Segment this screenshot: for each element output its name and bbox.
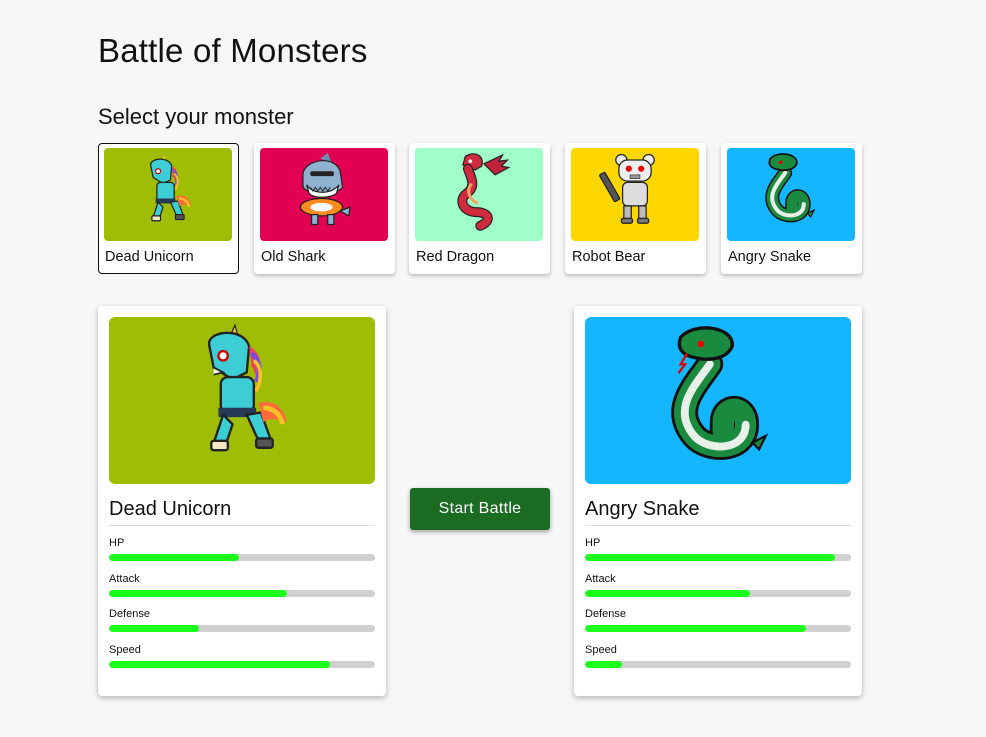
stat-label-attack: Attack (585, 573, 616, 585)
dragon-icon (415, 148, 543, 241)
page-title: Battle of Monsters (98, 32, 368, 69)
stat-fill-speed (109, 661, 330, 668)
stat-bar-speed (109, 661, 375, 668)
monster-name: Red Dragon (416, 249, 495, 265)
robot-bear-icon (571, 148, 699, 241)
shark-icon (260, 148, 388, 241)
snake-icon (585, 317, 851, 484)
stat-label-defense: Defense (109, 608, 150, 620)
monster-name: Angry Snake (728, 249, 812, 265)
stat-label-defense: Defense (585, 608, 626, 620)
monster-card-dead-unicorn[interactable]: Dead Unicorn (98, 143, 239, 274)
select-monster-heading: Select your monster (98, 104, 294, 129)
player-monster-card: Dead Unicorn HP Attack Defense Speed (98, 306, 386, 696)
stat-label-hp: HP (585, 537, 601, 549)
start-battle-button[interactable]: Start Battle (410, 488, 550, 530)
computer-monster-card: Angry Snake HP Attack Defense Speed (574, 306, 862, 696)
stat-bar-attack (585, 590, 851, 597)
stat-bar-attack (109, 590, 375, 597)
monster-name: Old Shark (261, 249, 326, 265)
divider (585, 525, 851, 526)
stat-fill-hp (109, 554, 240, 561)
stat-bar-hp (585, 554, 851, 561)
stat-fill-defense (585, 625, 806, 632)
stat-label-speed: Speed (585, 644, 617, 656)
stat-bar-defense (585, 625, 851, 632)
monster-name: Dead Unicorn (105, 249, 194, 265)
stat-label-speed: Speed (109, 644, 141, 656)
stat-fill-attack (109, 590, 288, 597)
stat-bar-hp (109, 554, 375, 561)
monster-card-old-shark[interactable]: Old Shark (254, 143, 395, 274)
player-monster-name: Dead Unicorn (109, 498, 232, 520)
snake-icon (727, 148, 855, 241)
stat-label-hp: HP (109, 537, 125, 549)
stat-label-attack: Attack (109, 573, 140, 585)
stat-fill-attack (585, 590, 750, 597)
zombie-unicorn-icon (109, 317, 375, 484)
divider (109, 525, 375, 526)
stat-fill-speed (585, 661, 623, 668)
zombie-unicorn-icon (104, 148, 232, 241)
monster-name: Robot Bear (572, 249, 646, 265)
monster-list: Dead Unicorn Old Shark Red Dragon Robot … (98, 143, 868, 274)
stat-bar-speed (585, 661, 851, 668)
monster-card-red-dragon[interactable]: Red Dragon (409, 143, 550, 274)
stat-bar-defense (109, 625, 375, 632)
stat-fill-hp (585, 554, 836, 561)
computer-monster-name: Angry Snake (585, 498, 700, 520)
stat-fill-defense (109, 625, 200, 632)
monster-card-angry-snake[interactable]: Angry Snake (721, 143, 862, 274)
monster-card-robot-bear[interactable]: Robot Bear (565, 143, 706, 274)
